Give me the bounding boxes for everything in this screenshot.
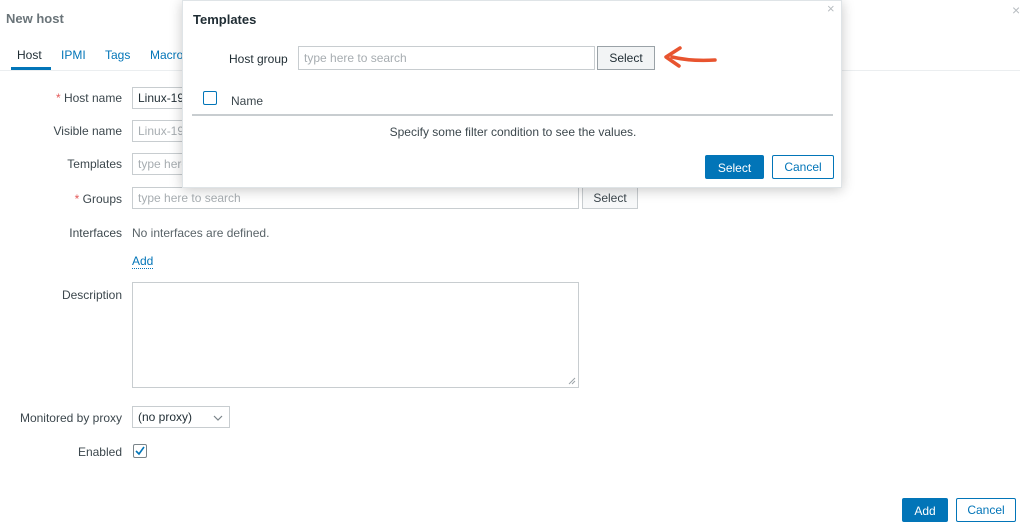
name-column-header[interactable]: Name xyxy=(231,94,263,108)
description-textarea[interactable] xyxy=(132,282,579,388)
host-group-search-input[interactable]: type here to search xyxy=(298,46,595,70)
page-title: New host xyxy=(6,11,64,26)
enabled-checkbox[interactable] xyxy=(133,444,147,458)
host-group-select-button[interactable]: Select xyxy=(597,46,655,70)
add-button[interactable]: Add xyxy=(902,498,948,522)
visible-name-label: Visible name xyxy=(53,124,122,138)
add-interface-link[interactable]: Add xyxy=(132,254,154,269)
modal-title: Templates xyxy=(193,12,257,27)
enabled-label: Enabled xyxy=(77,445,122,459)
host-name-label: * Host name xyxy=(55,91,122,105)
tab-host[interactable]: Host xyxy=(17,48,42,62)
active-tab-indicator xyxy=(11,67,51,70)
host-group-label: Host group xyxy=(229,52,288,66)
empty-message: Specify some filter condition to see the… xyxy=(389,125,637,139)
select-all-checkbox[interactable] xyxy=(203,91,217,105)
interfaces-label: Interfaces xyxy=(69,226,122,240)
proxy-select-value: (no proxy) xyxy=(138,410,193,424)
proxy-select[interactable]: (no proxy) xyxy=(132,406,230,428)
modal-select-button[interactable]: Select xyxy=(705,155,764,179)
tab-ipmi[interactable]: IPMI xyxy=(61,48,86,62)
modal-cancel-button[interactable]: Cancel xyxy=(772,155,834,179)
groups-label: * Groups xyxy=(74,192,122,206)
annotation-arrow-icon xyxy=(664,46,717,68)
header-divider xyxy=(192,114,833,116)
close-icon[interactable]: × xyxy=(1012,2,1020,18)
chevron-down-icon xyxy=(213,415,223,421)
groups-select-button[interactable]: Select xyxy=(582,187,638,209)
templates-label: Templates xyxy=(67,157,122,171)
proxy-label: Monitored by proxy xyxy=(19,411,122,425)
cancel-button[interactable]: Cancel xyxy=(956,498,1016,522)
templates-modal: Templates × Host group type here to sear… xyxy=(182,0,842,188)
no-interfaces-text: No interfaces are defined. xyxy=(132,226,270,240)
check-icon xyxy=(135,446,145,456)
resize-handle-icon[interactable] xyxy=(568,377,576,385)
tab-tags[interactable]: Tags xyxy=(105,48,130,62)
description-label: Description xyxy=(61,288,122,302)
groups-input[interactable]: type here to search xyxy=(132,187,579,209)
modal-close-icon[interactable]: × xyxy=(827,1,835,16)
